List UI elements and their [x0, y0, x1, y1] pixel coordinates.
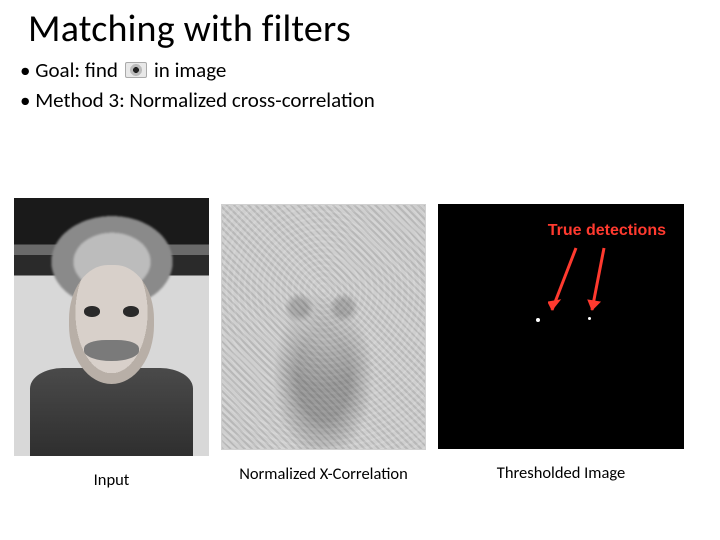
input-caption: Input [94, 470, 130, 490]
panel-ncc: Normalized X-Correlation [221, 198, 426, 484]
thresholded-image: True detections [438, 204, 684, 449]
panel-thresholded: True detections Thresholded Image [438, 198, 684, 483]
bullet-goal-suffix: in image [154, 56, 226, 84]
bullet-list: • Goal: find in image • Method 3: Normal… [0, 52, 720, 115]
input-image [14, 198, 209, 456]
bullet-goal: • Goal: find in image [20, 56, 720, 84]
arrow-right-icon [586, 244, 618, 320]
bullet-method: • Method 3: Normalized cross-correlation [20, 86, 720, 114]
panel-input: Input [14, 198, 209, 490]
detection-dot [588, 317, 591, 320]
eye-icon [125, 62, 147, 78]
figure-row: Input Normalized X-Correlation True dete… [0, 198, 720, 490]
arrow-left-icon [548, 244, 588, 320]
ncc-caption: Normalized X-Correlation [239, 464, 408, 484]
ncc-image [221, 204, 426, 450]
detection-dot [536, 318, 540, 322]
true-detections-label: True detections [548, 222, 666, 240]
slide-title: Matching with filters [0, 0, 720, 52]
thresholded-caption: Thresholded Image [497, 463, 625, 483]
bullet-goal-prefix: • Goal: find [20, 56, 118, 84]
